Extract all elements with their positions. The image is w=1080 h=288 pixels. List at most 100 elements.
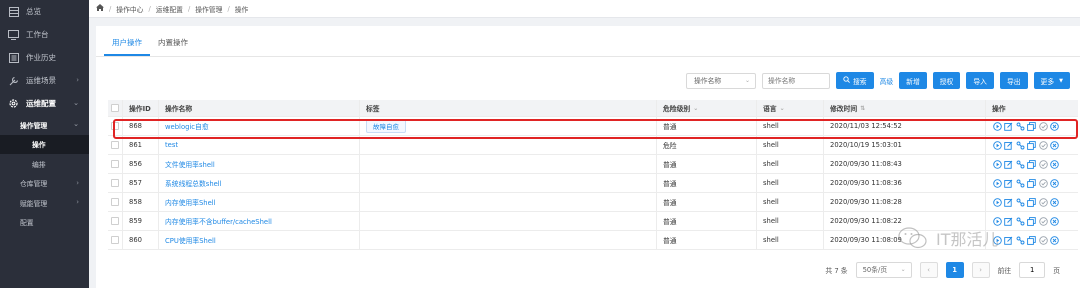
- breadcrumb-item[interactable]: 操作管理: [195, 4, 222, 14]
- edit-icon[interactable]: [1004, 121, 1014, 131]
- sidebar-item-history[interactable]: 作业历史: [0, 46, 89, 69]
- operation-name-link[interactable]: 内存使用率不含buffer/cacheShell: [165, 216, 272, 226]
- current-page[interactable]: 1: [945, 262, 964, 278]
- filter-field-select[interactable]: 操作名称 ⌄: [685, 72, 756, 89]
- operation-name-link[interactable]: 文件使用率shell: [165, 159, 215, 169]
- breadcrumb-item[interactable]: 运维配置: [156, 4, 183, 14]
- import-button[interactable]: 导入: [966, 72, 994, 89]
- link-icon[interactable]: [1015, 121, 1025, 131]
- search-button[interactable]: 搜索: [835, 72, 874, 89]
- play-icon[interactable]: [992, 140, 1002, 150]
- sidebar-item-ops-mgmt[interactable]: 操作管理 ⌄: [0, 115, 89, 135]
- more-button[interactable]: 更多 ▼: [1033, 72, 1070, 89]
- sidebar-item-overview[interactable]: 总览: [0, 0, 89, 23]
- close-icon[interactable]: [1050, 159, 1060, 169]
- home-icon[interactable]: [96, 4, 104, 13]
- sidebar-item-config[interactable]: 配置: [0, 213, 89, 233]
- filter-chevron-icon[interactable]: ⌄: [693, 105, 698, 112]
- prev-page-button[interactable]: ‹: [919, 262, 938, 278]
- edit-icon[interactable]: [1004, 159, 1014, 169]
- export-button[interactable]: 导出: [999, 72, 1028, 89]
- copy-icon[interactable]: [1027, 235, 1037, 245]
- play-icon[interactable]: [992, 216, 1002, 226]
- close-icon[interactable]: [1050, 121, 1060, 131]
- row-checkbox[interactable]: [111, 179, 119, 187]
- play-icon[interactable]: [992, 121, 1002, 131]
- search-input[interactable]: [761, 72, 830, 89]
- goto-page-input[interactable]: [1019, 262, 1046, 278]
- copy-icon[interactable]: [1027, 178, 1037, 188]
- check-icon[interactable]: [1038, 140, 1048, 150]
- check-icon[interactable]: [1038, 235, 1048, 245]
- edit-icon[interactable]: [1004, 178, 1014, 188]
- sidebar-item-repo-mgmt[interactable]: 仓库管理 ›: [0, 174, 89, 194]
- close-icon[interactable]: [1050, 178, 1060, 188]
- close-icon[interactable]: [1050, 235, 1060, 245]
- cell-time: 2020/09/30 11:08:28: [824, 193, 986, 211]
- authorize-button[interactable]: 授权: [932, 72, 961, 89]
- copy-icon[interactable]: [1027, 216, 1037, 226]
- close-icon[interactable]: [1050, 140, 1060, 150]
- row-checkbox[interactable]: [111, 160, 119, 168]
- table-row[interactable]: 861 test 危险 shell 2020/10/19 15:03:01: [108, 136, 1078, 155]
- link-icon[interactable]: [1015, 216, 1025, 226]
- add-button[interactable]: 新增: [899, 72, 927, 89]
- sidebar-item-ops[interactable]: 操作: [0, 134, 89, 154]
- sidebar-item-scenarios[interactable]: 运维场景 ›: [0, 69, 89, 92]
- tab-user-ops[interactable]: 用户操作: [104, 34, 150, 56]
- table-row[interactable]: 868 weblogic自愈 故障自愈 普通 shell 2020/11/03 …: [108, 117, 1078, 136]
- play-icon[interactable]: [992, 178, 1002, 188]
- row-checkbox[interactable]: [111, 236, 119, 244]
- table-row[interactable]: 857 系统线程总数shell 普通 shell 2020/09/30 11:0…: [108, 174, 1078, 193]
- operation-name-link[interactable]: 内存使用率Shell: [165, 197, 216, 207]
- cell-name: weblogic自愈: [159, 117, 360, 135]
- edit-icon[interactable]: [1004, 216, 1014, 226]
- operation-name-link[interactable]: 系统线程总数shell: [165, 178, 222, 188]
- check-icon[interactable]: [1038, 178, 1048, 188]
- row-checkbox[interactable]: [111, 122, 119, 130]
- link-icon[interactable]: [1015, 159, 1025, 169]
- edit-icon[interactable]: [1004, 197, 1014, 207]
- sidebar-item-capability-mgmt[interactable]: 赋能管理 ›: [0, 193, 89, 213]
- close-icon[interactable]: [1050, 216, 1060, 226]
- check-icon[interactable]: [1038, 159, 1048, 169]
- copy-icon[interactable]: [1027, 197, 1037, 207]
- select-all-checkbox[interactable]: [111, 104, 119, 112]
- row-checkbox[interactable]: [111, 217, 119, 225]
- sidebar-item-ops-config[interactable]: 运维配置 ⌄: [0, 92, 89, 115]
- col-header-lang[interactable]: 语言 ⌄: [757, 100, 824, 116]
- link-icon[interactable]: [1015, 178, 1025, 188]
- check-icon[interactable]: [1038, 197, 1048, 207]
- sidebar-item-orchestrate[interactable]: 编排: [0, 154, 89, 174]
- operation-name-link[interactable]: weblogic自愈: [165, 121, 209, 131]
- advanced-search-link[interactable]: 高级: [880, 76, 894, 86]
- play-icon[interactable]: [992, 197, 1002, 207]
- col-header-time[interactable]: 修改时间 ⇅: [824, 100, 986, 116]
- copy-icon[interactable]: [1027, 121, 1037, 131]
- next-page-button[interactable]: ›: [971, 262, 990, 278]
- tab-builtin-ops[interactable]: 内置操作: [150, 34, 196, 56]
- page-size-select[interactable]: 50条/页 ⌄: [855, 262, 912, 278]
- edit-icon[interactable]: [1004, 140, 1014, 150]
- operation-name-link[interactable]: test: [165, 141, 178, 149]
- check-icon[interactable]: [1038, 216, 1048, 226]
- link-icon[interactable]: [1015, 235, 1025, 245]
- sidebar-item-workbench[interactable]: 工作台: [0, 23, 89, 46]
- sort-icon[interactable]: ⇅: [860, 105, 865, 112]
- operation-name-link[interactable]: CPU使用率Shell: [165, 235, 216, 245]
- check-icon[interactable]: [1038, 121, 1048, 131]
- close-icon[interactable]: [1050, 197, 1060, 207]
- row-checkbox[interactable]: [111, 198, 119, 206]
- link-icon[interactable]: [1015, 197, 1025, 207]
- edit-icon[interactable]: [1004, 235, 1014, 245]
- play-icon[interactable]: [992, 159, 1002, 169]
- breadcrumb-item[interactable]: 操作中心: [116, 4, 143, 14]
- link-icon[interactable]: [1015, 140, 1025, 150]
- col-header-level[interactable]: 危险级别 ⌄: [657, 100, 757, 116]
- row-checkbox[interactable]: [111, 141, 119, 149]
- copy-icon[interactable]: [1027, 140, 1037, 150]
- copy-icon[interactable]: [1027, 159, 1037, 169]
- filter-chevron-icon[interactable]: ⌄: [780, 105, 785, 112]
- table-row[interactable]: 858 内存使用率Shell 普通 shell 2020/09/30 11:08…: [108, 193, 1078, 212]
- table-row[interactable]: 856 文件使用率shell 普通 shell 2020/09/30 11:08…: [108, 155, 1078, 174]
